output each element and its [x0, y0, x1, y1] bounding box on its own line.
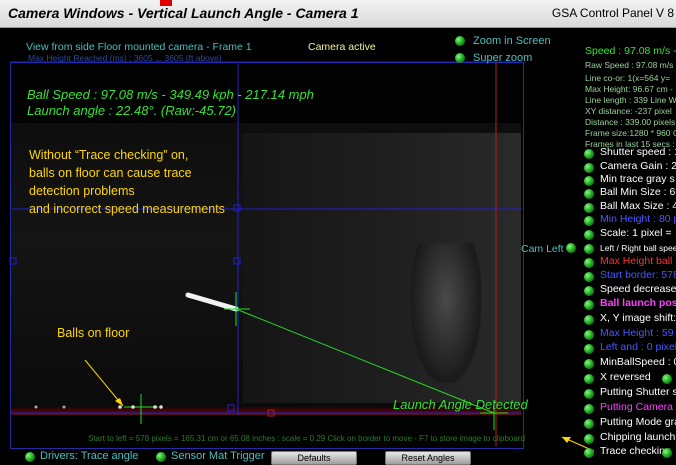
chipping-launch-led[interactable]: [584, 434, 594, 444]
panel-frame-size: Frame size:1280 * 960 C: [585, 128, 676, 138]
panel-xy-distance: XY distance: -237 pixel: [585, 106, 672, 116]
status-bar-text: Start to left = 578 pixels = 165.31 cm o…: [88, 434, 525, 443]
trace-overlay: [9, 61, 595, 452]
ball-min-size-led[interactable]: [584, 189, 594, 199]
trace-checking-control[interactable]: Trace checking: [600, 445, 671, 457]
balls-pointer-arrowhead: [115, 398, 123, 406]
panel-max-height: Max Height: 96.67 cm -: [585, 84, 673, 94]
annotation-line-4: and incorrect speed measurements: [29, 202, 225, 216]
cam-left-label: Cam Left: [521, 243, 564, 255]
chipping-launch-control[interactable]: Chipping launch: [600, 431, 675, 443]
zoom-in-screen-option[interactable]: Zoom in Screen: [473, 35, 551, 47]
putting-camera-control[interactable]: Putting Camera: [600, 401, 673, 413]
camera-gain-control[interactable]: Camera Gain : 2: [600, 160, 676, 172]
floor-ball-2: [131, 405, 135, 409]
left-and-led[interactable]: [584, 344, 594, 354]
shutter-speed-control[interactable]: Shutter speed : 1: [600, 146, 676, 158]
panel-speed: Speed : 97.08 m/s -: [585, 45, 676, 57]
floor-ball-6: [62, 405, 66, 409]
xy-image-shift-led[interactable]: [584, 315, 594, 325]
xy-image-shift-control[interactable]: X, Y image shift:: [600, 312, 676, 324]
left-right-speed-led[interactable]: [584, 244, 594, 254]
ball-speed-readout: Ball Speed : 97.08 m/s - 349.49 kph - 21…: [27, 87, 314, 102]
zoom-in-screen-led[interactable]: [455, 36, 465, 46]
max-height-led[interactable]: [584, 330, 594, 340]
border-handle-top: [233, 204, 241, 212]
defaults-button[interactable]: Defaults: [271, 451, 357, 465]
panel-raw-speed: Raw Speed : 97.08 m/s: [585, 60, 674, 70]
floor-ball-4: [159, 405, 163, 409]
min-trace-gray-control[interactable]: Min trace gray s: [600, 173, 675, 185]
viewport-caption: View from side Floor mounted camera - Fr…: [26, 41, 252, 53]
left-right-speed-control[interactable]: Left / Right ball speed: [600, 243, 676, 253]
panel-distance: Distance : 339.00 pixels: [585, 117, 676, 127]
min-height-led[interactable]: [584, 216, 594, 226]
trace-checking-led[interactable]: [584, 448, 594, 458]
putting-mode-led[interactable]: [584, 419, 594, 429]
obscured-caption: Max Height Reached (ms) : 3605 ... 3605 …: [28, 53, 222, 63]
left-and-control[interactable]: Left and : 0 pixel: [600, 341, 676, 353]
floor-ball-3: [153, 405, 157, 409]
floor-ball-1: [118, 405, 122, 409]
balls-pointer-arrow: [84, 359, 124, 407]
putting-mode-control[interactable]: Putting Mode gra: [600, 416, 676, 428]
x-reversed-led[interactable]: [584, 374, 594, 384]
drivers-trace-option[interactable]: Drivers: Trace angle: [40, 450, 138, 462]
max-height-control[interactable]: Max Height : 59: [600, 327, 674, 339]
launch-angle-detected-label: Launch Angle Detected: [393, 397, 528, 412]
x-reversed-secondary-led[interactable]: [662, 374, 672, 384]
trace-checking-secondary-led[interactable]: [662, 448, 672, 458]
annotation-line-1: Without “Trace checking” on,: [29, 148, 189, 162]
start-border-control[interactable]: Start border: 578: [600, 269, 676, 281]
scale-led[interactable]: [584, 230, 594, 240]
speed-decrease-control[interactable]: Speed decrease: [600, 283, 676, 295]
border-handle-left: [9, 257, 17, 265]
sensor-mat-led[interactable]: [156, 452, 166, 462]
cam-left-led[interactable]: [566, 243, 576, 253]
camera-gain-led[interactable]: [584, 163, 594, 173]
super-zoom-led[interactable]: [455, 53, 465, 63]
launch-angle-readout: Launch angle : 22.48°. (Raw:-45.72): [27, 103, 236, 118]
sensor-mat-option[interactable]: Sensor Mat Trigger: [171, 450, 265, 462]
putting-shutter-led[interactable]: [584, 389, 594, 399]
max-height-ball-led[interactable]: [584, 258, 594, 268]
min-ball-speed-control[interactable]: MinBallSpeed : 0: [600, 356, 676, 368]
balls-on-floor-label: Balls on floor: [57, 326, 130, 340]
shutter-speed-led[interactable]: [584, 149, 594, 159]
speed-decrease-led[interactable]: [584, 286, 594, 296]
ball-launch-position-led[interactable]: [584, 300, 594, 310]
max-height-ball-control[interactable]: Max Height ball: [600, 255, 672, 267]
putting-shutter-control[interactable]: Putting Shutter s: [600, 386, 676, 398]
reset-angles-button[interactable]: Reset Angles: [385, 451, 471, 465]
ball-max-size-control[interactable]: Ball Max Size : 4: [600, 200, 676, 212]
putting-camera-led[interactable]: [584, 404, 594, 414]
annotation-text: Without “Trace checking” on, balls on fl…: [29, 146, 225, 218]
drivers-trace-led[interactable]: [25, 452, 35, 462]
min-trace-gray-led[interactable]: [584, 176, 594, 186]
min-ball-speed-led[interactable]: [584, 359, 594, 369]
annotation-line-3: detection problems: [29, 184, 135, 198]
ball-trace-streak: [185, 292, 239, 312]
border-handle-mid: [233, 257, 241, 265]
annotation-line-2: balls on floor can cause trace: [29, 166, 192, 180]
ball-min-size-control[interactable]: Ball Min Size : 6: [600, 186, 675, 198]
panel-line-length: Line length : 339 Line W: [585, 95, 676, 105]
scale-control[interactable]: Scale: 1 pixel =: [600, 227, 672, 239]
camera-status: Camera active: [308, 41, 376, 53]
ball-max-size-led[interactable]: [584, 203, 594, 213]
ball-launch-position-control[interactable]: Ball launch posit: [600, 297, 676, 309]
min-height-control[interactable]: Min Height : 80 p: [600, 213, 676, 225]
floor-ball-5: [34, 405, 38, 409]
border-handle-bottom: [227, 404, 235, 412]
panel-line-coords: Line co-or: 1(x=564 y=: [585, 73, 671, 83]
x-reversed-control[interactable]: X reversed: [600, 371, 651, 383]
start-border-led[interactable]: [584, 272, 594, 282]
super-zoom-option[interactable]: Super zoom: [473, 52, 532, 64]
